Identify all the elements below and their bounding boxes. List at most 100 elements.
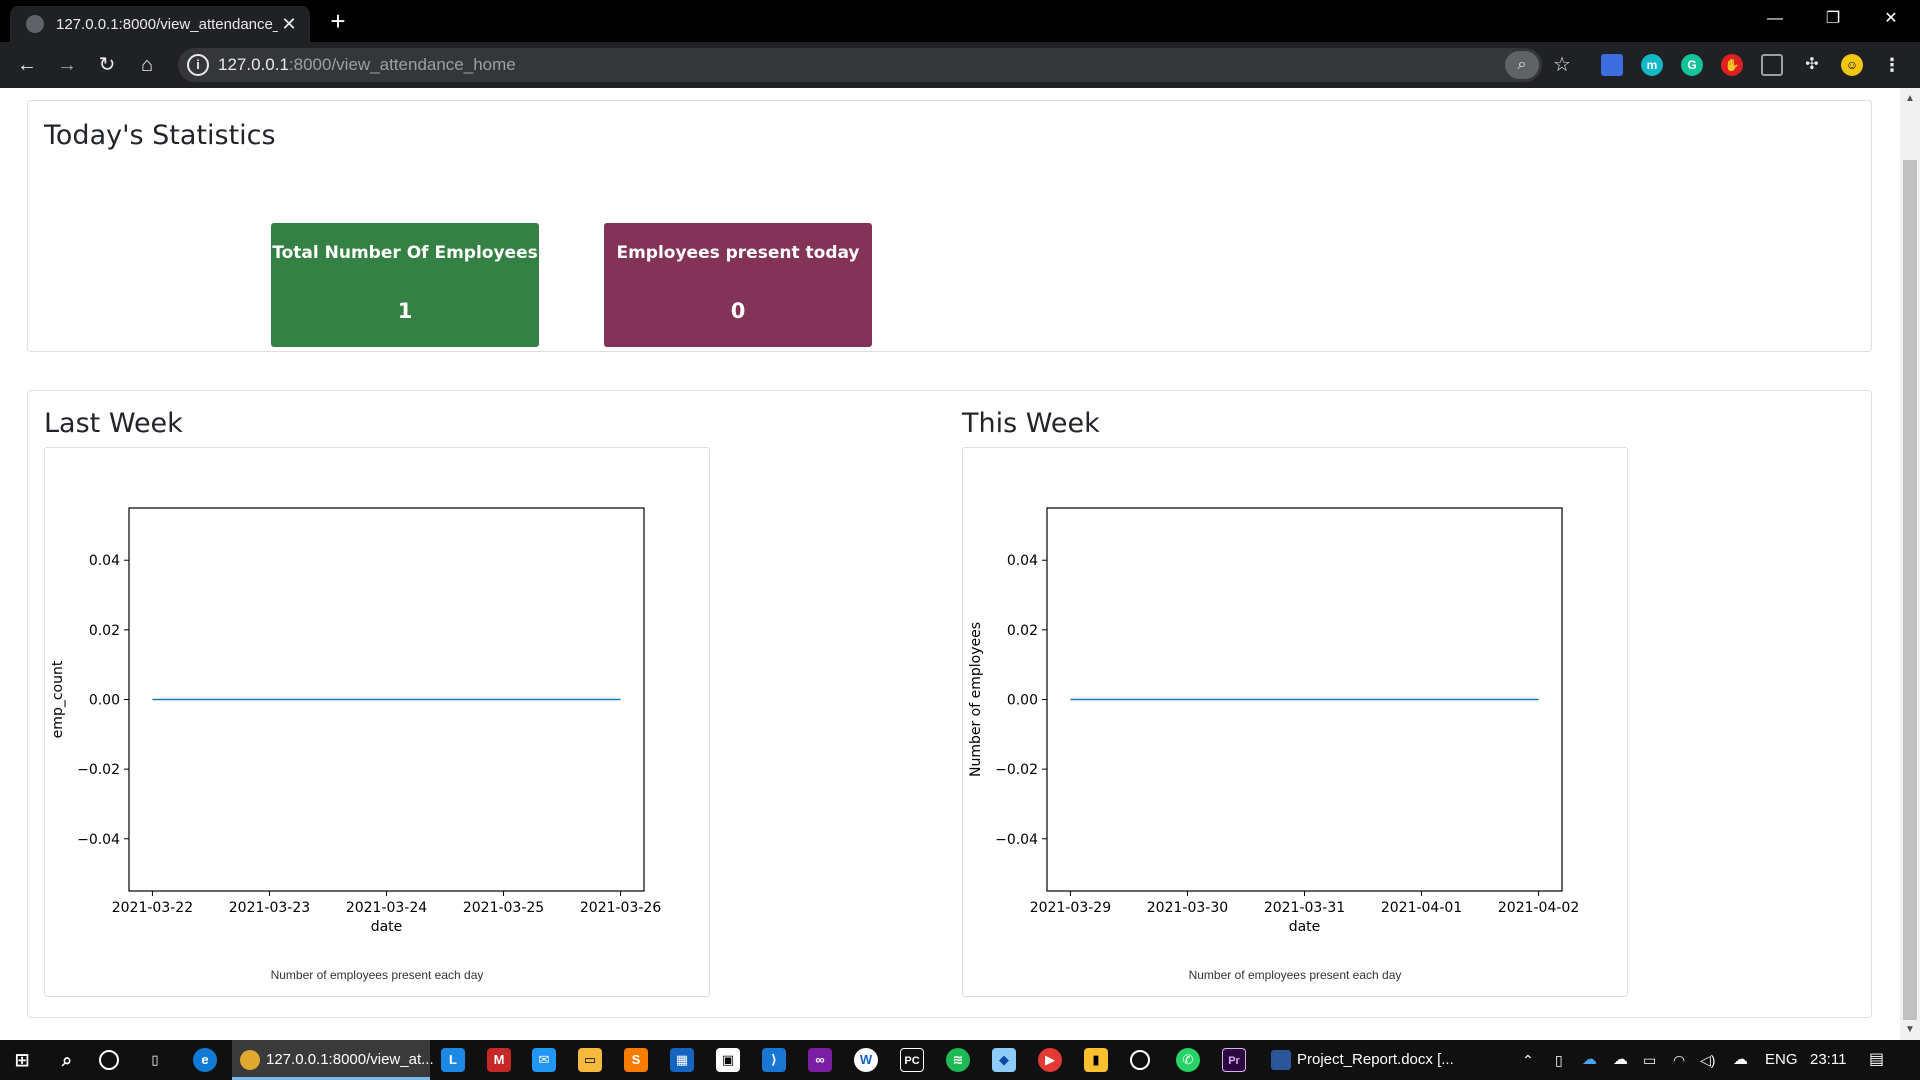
notifications-icon[interactable]: ▤ [1869, 1040, 1884, 1080]
extension-copy-icon[interactable] [1761, 54, 1783, 76]
x-tick-label: 2021-04-02 [1498, 900, 1579, 916]
minimize-icon[interactable]: — [1752, 0, 1798, 40]
windows-start-icon[interactable]: ⊞ [10, 1048, 34, 1072]
x-tick-label: 2021-03-26 [580, 900, 661, 916]
taskbar-chrome-item[interactable]: 127.0.0.1:8000/view_at... [232, 1040, 434, 1080]
y-tick-label: 0.02 [89, 623, 120, 639]
employees-present-card: Employees present today 0 [604, 223, 872, 347]
tablet-icon[interactable]: ▯ [1555, 1040, 1563, 1080]
y-tick-label: −0.02 [995, 762, 1038, 778]
x-tick-label: 2021-03-24 [346, 900, 427, 916]
page-content: Today's Statistics Total Number Of Emplo… [0, 88, 1900, 1040]
last-week-chart: 0.04 0.02 0.00 −0.02 −0.04 2021-03-22 2021-03-… [44, 447, 710, 997]
this-week-chart: 0.04 0.02 0.00 −0.02 −0.04 2021-03-29 2021-03-… [962, 447, 1628, 997]
language-indicator[interactable]: ENG [1765, 1040, 1798, 1080]
x-tick-label: 2021-03-23 [229, 900, 310, 916]
search-icon[interactable]: ⌕ [55, 1048, 79, 1072]
extension-calendar-icon[interactable] [1601, 54, 1623, 76]
file-explorer-icon[interactable]: ▭ [578, 1048, 602, 1072]
home-icon[interactable]: ⌂ [132, 50, 162, 80]
word-icon [1271, 1050, 1291, 1070]
task-view-icon[interactable]: ▯ [143, 1048, 167, 1072]
last-week-chart-svg: 0.04 0.02 0.00 −0.02 −0.04 2021-03-22 2021-03-… [50, 507, 661, 935]
show-hidden-icons-icon[interactable]: ⌃ [1522, 1040, 1534, 1080]
todays-statistics-title: Today's Statistics [44, 120, 276, 151]
total-employees-value: 1 [397, 299, 413, 323]
chrome-icon [240, 1050, 260, 1070]
site-info-icon[interactable]: i [187, 54, 209, 76]
x-axis-label: date [1289, 919, 1321, 935]
total-employees-label: Total Number Of Employees [272, 243, 538, 263]
notes-icon[interactable]: ▮ [1084, 1048, 1108, 1072]
pycharm-icon[interactable]: PC [900, 1048, 924, 1072]
visual-studio-icon[interactable]: ∞ [808, 1048, 832, 1072]
wifi-icon[interactable]: ◠ [1673, 1040, 1685, 1080]
extension-grammarly-icon[interactable]: G [1681, 54, 1703, 76]
x-tick-label: 2021-03-29 [1030, 900, 1111, 916]
total-employees-card: Total Number Of Employees 1 [271, 223, 539, 347]
vscode-icon[interactable]: ⟩ [762, 1048, 786, 1072]
close-tab-icon[interactable]: ✕ [278, 13, 300, 35]
extensions-puzzle-icon[interactable]: ✣ [1801, 54, 1823, 76]
restore-icon[interactable]: ❐ [1810, 0, 1856, 40]
cloud-icon[interactable]: ☁ [1613, 1040, 1628, 1080]
browser-menu-icon[interactable]: ⋮ [1881, 54, 1903, 76]
extension-hand-icon[interactable]: ✋ [1721, 54, 1743, 76]
battery-icon[interactable]: ▭ [1643, 1040, 1656, 1080]
cortana-icon[interactable] [99, 1050, 119, 1070]
spotify-icon[interactable]: ≋ [946, 1048, 970, 1072]
profile-avatar[interactable]: ☺ [1841, 54, 1863, 76]
mcafee-icon[interactable]: M [487, 1048, 511, 1072]
sublime-text-icon[interactable]: S [624, 1048, 648, 1072]
address-url[interactable]: 127.0.0.1:8000/view_attendance_home [218, 54, 516, 76]
x-tick-label: 2021-03-31 [1264, 900, 1345, 916]
last-week-caption: Number of employees present each day [270, 968, 484, 982]
taskbar-word-item[interactable]: Project_Report.docx [... [1263, 1040, 1454, 1080]
x-tick-label: 2021-03-30 [1147, 900, 1228, 916]
this-week-chart-svg: 0.04 0.02 0.00 −0.02 −0.04 2021-03-29 2021-03-… [968, 507, 1579, 935]
upload-cloud-icon[interactable]: ☁ [1733, 1040, 1748, 1080]
app-w-icon[interactable]: W [854, 1048, 878, 1072]
y-axis-label: Number of employees [968, 622, 984, 777]
onedrive-icon[interactable]: ☁ [1582, 1040, 1597, 1080]
y-tick-label: 0.00 [1007, 693, 1038, 709]
mail-icon[interactable]: ✉ [532, 1048, 556, 1072]
y-tick-label: −0.04 [995, 832, 1038, 848]
zoom-icon[interactable]: ⌕ [1505, 51, 1539, 79]
x-tick-label: 2021-04-01 [1381, 900, 1462, 916]
y-tick-label: −0.02 [77, 762, 120, 778]
volume-icon[interactable]: ◁) [1700, 1040, 1715, 1080]
browser-tab[interactable]: 127.0.0.1:8000/view_attendance_ ✕ [10, 6, 310, 42]
x-axis-label: date [371, 919, 403, 935]
employees-present-label: Employees present today [616, 243, 860, 263]
this-week-title: This Week [962, 408, 1100, 439]
calculator-icon[interactable]: ▦ [670, 1048, 694, 1072]
back-arrow-icon[interactable]: ← [12, 50, 42, 80]
last-week-title: Last Week [44, 408, 183, 439]
app-l-icon[interactable]: L [441, 1048, 465, 1072]
close-window-icon[interactable]: ✕ [1868, 0, 1914, 40]
forward-arrow-icon[interactable]: → [52, 50, 82, 80]
media-player-icon[interactable]: ▶ [1038, 1048, 1062, 1072]
new-tab-button[interactable]: + [323, 7, 353, 37]
clock[interactable]: 23:11 [1810, 1040, 1846, 1080]
app-cube-icon[interactable]: ◆ [992, 1048, 1016, 1072]
x-tick-label: 2021-03-22 [112, 900, 193, 916]
this-week-caption: Number of employees present each day [1188, 968, 1402, 982]
store-icon[interactable]: ▣ [716, 1048, 740, 1072]
bookmark-star-icon[interactable]: ☆ [1549, 51, 1575, 79]
globe-icon [26, 15, 44, 33]
extension-m-icon[interactable]: m [1641, 54, 1663, 76]
scroll-down-arrow[interactable]: ▼ [1900, 1021, 1920, 1039]
edge-icon[interactable]: e [193, 1048, 217, 1072]
y-tick-label: 0.00 [89, 693, 120, 709]
premiere-icon[interactable]: Pr [1222, 1048, 1246, 1072]
app-aperture-icon[interactable] [1130, 1050, 1150, 1070]
y-tick-label: 0.02 [1007, 623, 1038, 639]
y-tick-label: 0.04 [1007, 553, 1038, 569]
whatsapp-icon[interactable]: ✆ [1176, 1048, 1200, 1072]
scroll-up-arrow[interactable]: ▲ [1900, 90, 1920, 108]
reload-icon[interactable]: ↻ [92, 50, 122, 80]
taskbar-chrome-label: 127.0.0.1:8000/view_at... [266, 1051, 434, 1068]
scrollbar-thumb[interactable] [1903, 160, 1917, 1020]
